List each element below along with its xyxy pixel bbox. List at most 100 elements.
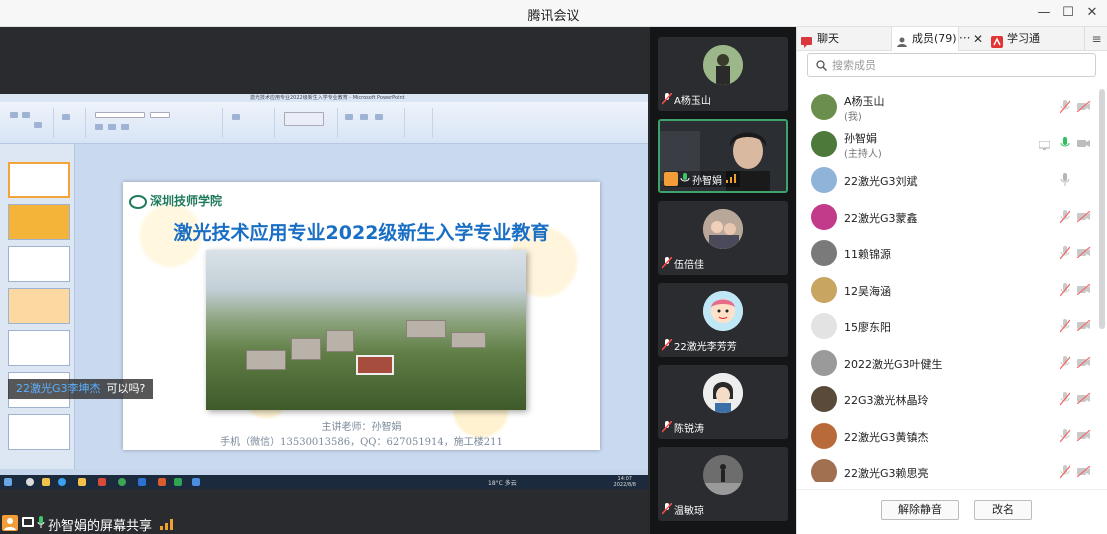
- chat-bubble: 22激光G3李坤杰 可以吗?: [8, 379, 154, 399]
- mic-muted-icon[interactable]: [1059, 428, 1071, 443]
- minimize-icon[interactable]: —: [1034, 3, 1054, 23]
- mic-muted-icon[interactable]: [1059, 209, 1071, 224]
- camera-off-icon[interactable]: [1076, 465, 1091, 478]
- camera-off-icon[interactable]: [1076, 429, 1091, 441]
- video-tile[interactable]: 伍倍佳: [658, 201, 788, 275]
- side-panel: 聊天 成员(79) ··· ✕ 学习通 ≡ A杨玉山 (我) 孙智娟 (主持人) 22激…: [796, 27, 1107, 534]
- member-row[interactable]: 15廖东阳: [797, 308, 1094, 344]
- member-name: 15廖东阳: [844, 321, 891, 334]
- video-tile[interactable]: A杨玉山: [658, 37, 788, 111]
- avatar: [811, 94, 837, 120]
- signal-icon: [726, 172, 736, 186]
- member-row[interactable]: A杨玉山 (我): [797, 89, 1094, 125]
- avatar: [811, 422, 837, 449]
- member-row[interactable]: 22激光G3蒙鑫: [797, 199, 1094, 235]
- rename-button[interactable]: 改名: [974, 500, 1032, 520]
- member-row[interactable]: 22激光G3黄镇杰: [797, 418, 1094, 454]
- camera-off-icon[interactable]: [1076, 210, 1091, 222]
- member-row[interactable]: 2022激光G3叶健生: [797, 345, 1094, 381]
- mic-muted-icon: [661, 420, 673, 433]
- person-icon: [2, 515, 18, 531]
- member-name: 22G3激光林晶玲: [844, 394, 929, 407]
- slide-thumbnails: [0, 144, 75, 469]
- video-tile-active[interactable]: 孙智娟: [658, 119, 788, 193]
- avatar: [703, 45, 743, 85]
- member-list: A杨玉山 (我) 孙智娟 (主持人) 22激光G3刘斌 22激光G3蒙鑫 11赖锦源 12吴海…: [797, 89, 1094, 482]
- share-status-label: 孙智娟的屏幕共享: [48, 519, 153, 534]
- shared-screen: 激光技术应用专业2022级新生入学专业教育 - Microsoft PowerP…: [0, 94, 648, 489]
- mic-muted-icon[interactable]: [1059, 319, 1071, 333]
- members-icon: [896, 33, 908, 47]
- xuexitong-icon: [991, 33, 1003, 48]
- member-name: 22激光G3黄镇杰: [844, 430, 929, 444]
- share-stage: 激光技术应用专业2022级新生入学专业教育 - Microsoft PowerP…: [0, 27, 650, 534]
- campus-photo: [206, 250, 526, 410]
- video-tile[interactable]: 温敏琼: [658, 447, 788, 521]
- mic-muted-icon: [661, 502, 673, 515]
- mic-icon[interactable]: [1060, 136, 1070, 151]
- menu-icon[interactable]: ≡: [1084, 27, 1107, 51]
- camera-off-icon[interactable]: [1076, 392, 1091, 405]
- ppt-titlebar: 激光技术应用专业2022级新生入学专业教育 - Microsoft PowerP…: [0, 94, 648, 102]
- avatar: [703, 209, 743, 249]
- mic-active-icon: [680, 173, 690, 185]
- camera-off-icon[interactable]: [1076, 100, 1091, 113]
- close-tab-icon[interactable]: ✕: [973, 27, 985, 51]
- member-row[interactable]: 22激光G3赖思亮: [797, 454, 1094, 482]
- signal-icon: [160, 518, 174, 530]
- avatar: [811, 349, 837, 376]
- tab-xuexitong[interactable]: 学习通: [987, 27, 1082, 51]
- unmute-all-button[interactable]: 解除静音: [881, 500, 959, 520]
- maximize-icon[interactable]: ☐: [1058, 3, 1078, 23]
- tile-name: 陈锐涛: [674, 423, 704, 435]
- tile-name: 温敏琼: [674, 505, 704, 517]
- mic-icon[interactable]: [1060, 173, 1070, 187]
- chat-icon: [801, 33, 813, 48]
- mic-muted-icon[interactable]: [1059, 355, 1071, 370]
- chat-sender: 22激光G3李坤杰: [16, 382, 101, 395]
- search-input[interactable]: [832, 56, 1087, 74]
- camera-off-icon[interactable]: [1076, 319, 1091, 332]
- member-name: 孙智娟: [844, 131, 877, 145]
- member-name: A杨玉山: [844, 95, 885, 108]
- ppt-title: 激光技术应用专业2022级新生入学专业教育 - Microsoft PowerP…: [250, 95, 405, 101]
- video-tiles: A杨玉山 孙智娟 伍倍佳 22激光李芳芳 陈锐涛 温敏琼: [650, 27, 796, 534]
- screen-share-icon: [22, 517, 34, 527]
- tile-name: 22激光李芳芳: [674, 341, 737, 353]
- mic-muted-icon[interactable]: [1059, 465, 1071, 479]
- camera-off-icon[interactable]: [1076, 356, 1091, 368]
- tab-members[interactable]: 成员(79): [891, 27, 959, 51]
- video-tile[interactable]: 22激光李芳芳: [658, 283, 788, 357]
- remote-taskbar: 18°C 多云 14:07 2022/8/8: [0, 475, 648, 489]
- mic-muted-icon[interactable]: [1059, 282, 1071, 297]
- mic-muted-icon: [661, 338, 673, 351]
- member-row[interactable]: 22激光G3刘斌: [797, 162, 1094, 198]
- video-tile[interactable]: 陈锐涛: [658, 365, 788, 439]
- member-row[interactable]: 11赖锦源: [797, 235, 1094, 271]
- panel-footer: 解除静音 改名: [797, 489, 1107, 534]
- member-role: (主持人): [844, 148, 882, 160]
- tile-name: A杨玉山: [674, 95, 711, 107]
- mic-muted-icon[interactable]: [1059, 100, 1071, 114]
- member-search[interactable]: [807, 53, 1096, 77]
- mic-muted-icon: [661, 256, 673, 269]
- avatar: [811, 386, 837, 412]
- more-icon[interactable]: ···: [959, 27, 973, 51]
- camera-off-icon[interactable]: [1076, 246, 1091, 259]
- member-row[interactable]: 孙智娟 (主持人): [797, 126, 1094, 162]
- mic-muted-icon[interactable]: [1059, 246, 1071, 260]
- mic-icon: [37, 516, 45, 529]
- mic-muted-icon[interactable]: [1059, 392, 1071, 406]
- camera-off-icon[interactable]: [1076, 283, 1091, 295]
- window-title: 腾讯会议: [527, 9, 580, 24]
- window-titlebar: 腾讯会议 — ☐ ✕: [0, 0, 1107, 27]
- member-row[interactable]: 22G3激光林晶玲: [797, 381, 1094, 417]
- camera-icon[interactable]: [1077, 138, 1091, 149]
- member-list-scrollbar[interactable]: [1099, 89, 1105, 329]
- panel-tabs: 聊天 成员(79) ··· ✕ 学习通 ≡: [797, 27, 1107, 51]
- close-icon[interactable]: ✕: [1082, 3, 1102, 23]
- tab-chat[interactable]: 聊天: [797, 27, 891, 51]
- member-name: 2022激光G3叶健生: [844, 357, 943, 371]
- member-row[interactable]: 12吴海涵: [797, 272, 1094, 308]
- slide-teacher: 主讲老师：孙智娟: [321, 422, 402, 433]
